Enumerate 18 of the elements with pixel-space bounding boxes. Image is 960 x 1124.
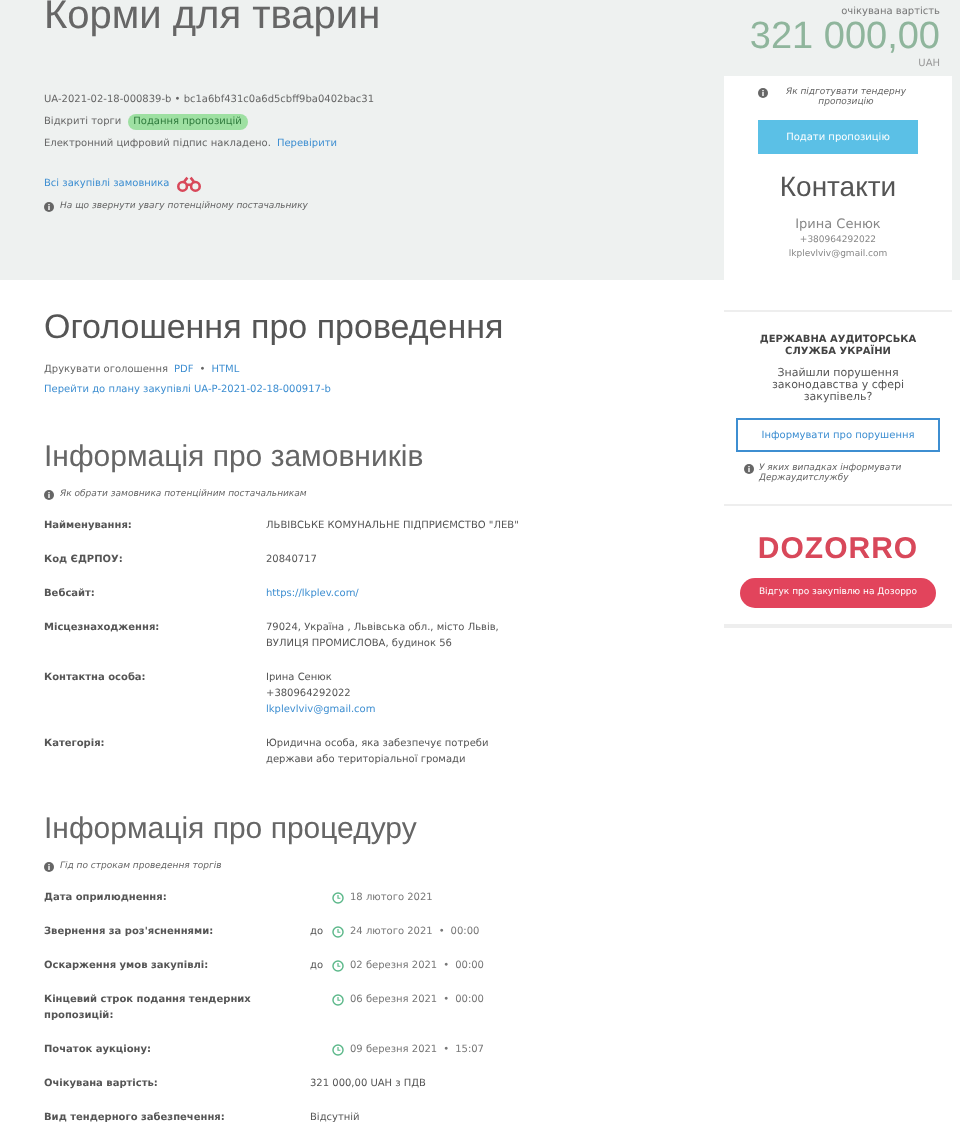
clock-icon [332, 892, 344, 904]
contacts-heading: Контакти [779, 170, 897, 202]
section-heading: Оголошення про проведення [44, 308, 506, 348]
section-heading: Інформація про замовників [44, 440, 426, 474]
info-icon [44, 202, 54, 212]
clock-icon [332, 926, 344, 938]
clock-icon [332, 1044, 344, 1056]
info-icon [44, 862, 54, 872]
binoculars-icon[interactable] [175, 176, 202, 192]
clock-icon [332, 994, 344, 1006]
expected-value: 321 000,00 [747, 18, 942, 58]
info-icon [758, 88, 768, 98]
section-heading: Інформація про процедуру [44, 812, 419, 846]
info-icon [44, 490, 54, 500]
page-title: Корми для тварин [44, 0, 383, 42]
dozorro-logo: DOZORRO [757, 532, 919, 566]
clock-icon [332, 960, 344, 972]
info-icon [743, 464, 753, 474]
